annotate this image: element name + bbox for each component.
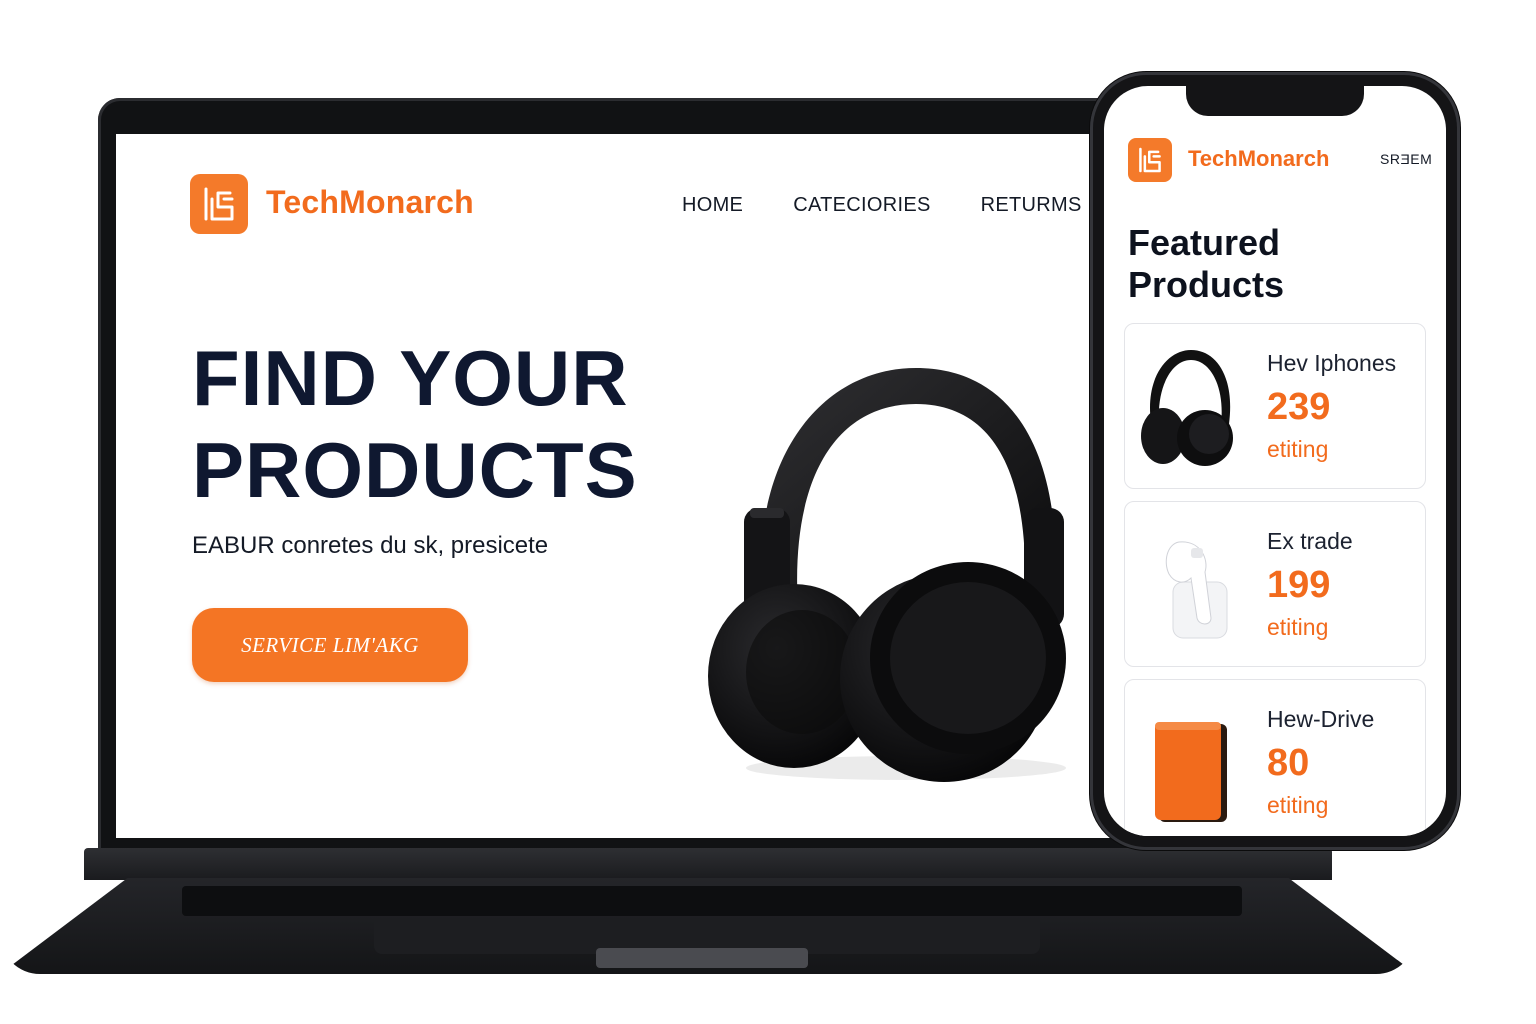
earbud-image bbox=[1165, 541, 1228, 639]
keyboard bbox=[182, 886, 1242, 916]
mobile-website: TechMonarch SRƎEM Featured Products Hev … bbox=[1104, 86, 1446, 836]
drive-image bbox=[1155, 722, 1227, 822]
product-name: Ex trade bbox=[1267, 528, 1353, 554]
featured-heading-line-1: Featured bbox=[1128, 222, 1281, 263]
hero-subtitle: EABUR conretes du sk, presicete bbox=[192, 532, 549, 559]
hero-cta-button[interactable]: SERVICE LIM'AKG bbox=[192, 608, 468, 682]
product-card[interactable]: Hew-Drive 80 etiting bbox=[1124, 679, 1426, 836]
headphones-image bbox=[1141, 350, 1233, 466]
headphones-image bbox=[708, 368, 1066, 782]
hero-title: FIND YOUR PRODUCTS bbox=[192, 332, 638, 516]
product-price: 239 bbox=[1267, 386, 1331, 428]
mobile-brand-name[interactable]: TechMonarch bbox=[1188, 146, 1329, 172]
phone-notch bbox=[1186, 84, 1364, 116]
hero-title-line-1: FIND YOUR bbox=[192, 334, 629, 422]
product-price: 199 bbox=[1267, 564, 1331, 606]
featured-heading: Featured Products bbox=[1128, 222, 1284, 306]
product-card[interactable]: Ex trade 199 etiting bbox=[1124, 501, 1426, 667]
product-status: etiting bbox=[1267, 614, 1329, 640]
product-card[interactable]: Hev Iphones 239 etiting bbox=[1124, 323, 1426, 489]
nav-item-returns[interactable]: RETURMS bbox=[981, 194, 1082, 217]
laptop-base bbox=[0, 848, 1536, 978]
mobile-brand-logo-icon[interactable] bbox=[1128, 138, 1172, 182]
main-nav: HOME CATECIORIES RETURMS bbox=[682, 194, 1082, 217]
product-status: etiting bbox=[1267, 792, 1329, 818]
product-price: 80 bbox=[1267, 742, 1310, 784]
product-name: Hev Iphones bbox=[1267, 350, 1397, 376]
mobile-menu-button[interactable]: SRƎEM bbox=[1380, 151, 1432, 167]
hero-title-line-2: PRODUCTS bbox=[192, 426, 638, 514]
nav-item-categories[interactable]: CATECIORIES bbox=[793, 194, 930, 217]
product-status: etiting bbox=[1267, 436, 1329, 462]
featured-heading-line-2: Products bbox=[1128, 264, 1285, 305]
brand-name[interactable]: TechMonarch bbox=[266, 184, 474, 221]
laptop-notch bbox=[596, 948, 808, 968]
nav-item-home[interactable]: HOME bbox=[682, 194, 743, 217]
product-name: Hew-Drive bbox=[1267, 706, 1375, 732]
brand-logo-icon[interactable] bbox=[190, 174, 248, 234]
